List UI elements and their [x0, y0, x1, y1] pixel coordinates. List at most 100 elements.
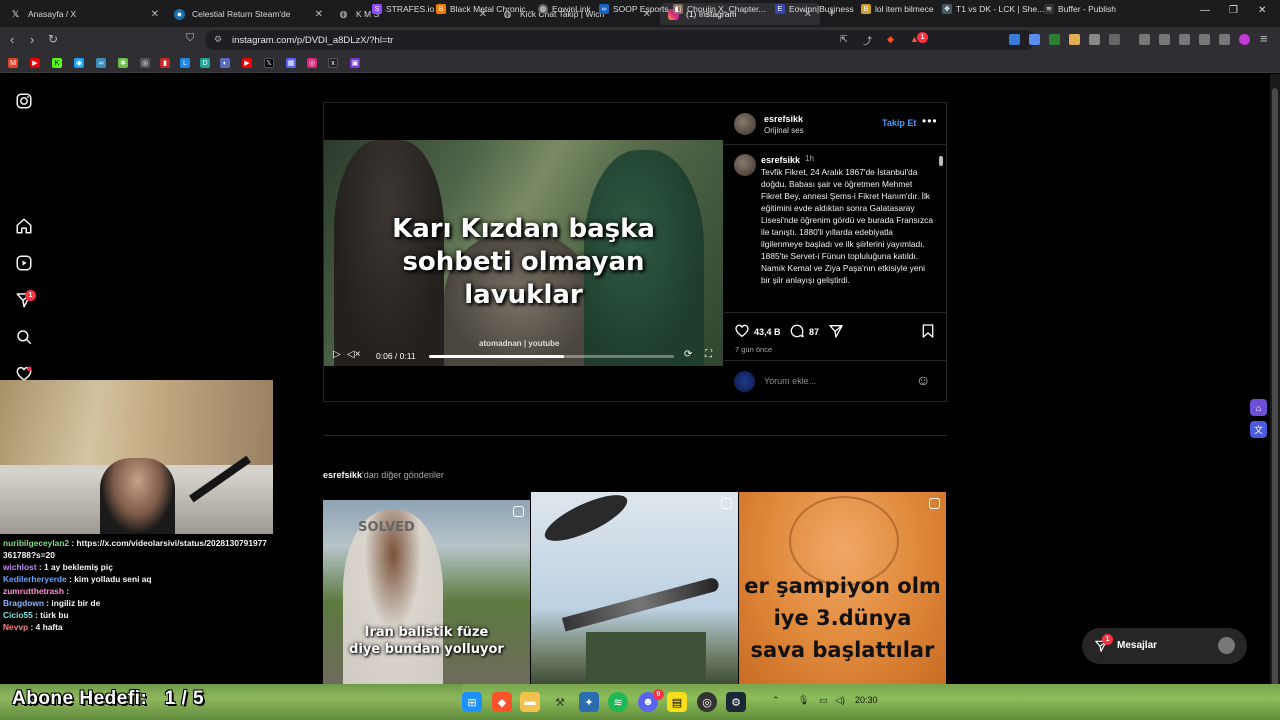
- comment-count[interactable]: 87: [809, 327, 819, 337]
- site-info-icon[interactable]: ⚙: [214, 34, 222, 45]
- bookmark-favicon-icon[interactable]: ◉: [74, 58, 84, 68]
- scrollbar-thumb[interactable]: [939, 156, 943, 166]
- vpn-icon[interactable]: [1219, 34, 1230, 45]
- play-icon[interactable]: ▷: [333, 349, 341, 360]
- bookmark-favicon-icon[interactable]: D: [200, 58, 210, 68]
- tab-steam[interactable]: ● Celestial Return Steam'de ✕: [166, 3, 331, 25]
- replay-icon[interactable]: ⟳: [684, 349, 692, 360]
- comment-scrollbar[interactable]: [937, 146, 945, 312]
- like-count[interactable]: 43,4 B: [754, 327, 781, 337]
- comment-username[interactable]: esrefsikk: [761, 155, 800, 165]
- tray-chevron-icon[interactable]: ⌃: [772, 695, 780, 706]
- bookmark-lol-item[interactable]: Blol item bilmece: [861, 4, 934, 14]
- forward-icon[interactable]: ›: [30, 32, 34, 47]
- kick-icon[interactable]: K: [52, 58, 62, 68]
- bookmark-black-metal[interactable]: B Black Metal Chronic...: [436, 4, 533, 14]
- twitch-icon[interactable]: ▣: [350, 58, 360, 68]
- more-post-thumbnail[interactable]: SOLVED Iran balistik füze diye bundan yo…: [323, 500, 530, 686]
- video-player[interactable]: Karı Kızdan başka sohbeti olmayan lavukl…: [324, 103, 723, 401]
- emoji-icon[interactable]: ☺: [916, 372, 930, 388]
- bookmark-eowinn-business[interactable]: E Eowinn|Business: [775, 4, 854, 14]
- brave-browser-icon[interactable]: ◆: [492, 692, 512, 712]
- address-bar[interactable]: ⚙ instagram.com/p/DVDI_a8DLzX/?hl=tr ⇱ ⤴…: [205, 30, 1035, 50]
- brave-shield-icon[interactable]: ◆: [887, 34, 894, 45]
- bookmark-favicon-icon[interactable]: ▦: [286, 58, 296, 68]
- leo-ai-icon[interactable]: [1199, 34, 1210, 45]
- sidebar-icon[interactable]: [1159, 34, 1170, 45]
- tool-icon[interactable]: ⚒: [550, 692, 570, 712]
- volume-mute-icon[interactable]: ◁×: [347, 349, 361, 360]
- wallet-icon[interactable]: [1179, 34, 1190, 45]
- instagram-logo-icon[interactable]: [15, 92, 33, 110]
- reels-icon[interactable]: [15, 254, 33, 272]
- more-post-thumbnail[interactable]: er şampiyon olm iye 3.dünya sava başlatt…: [739, 492, 946, 686]
- follow-button[interactable]: Takip Et: [882, 118, 916, 128]
- post-date[interactable]: 7 gün önce: [735, 345, 772, 354]
- bookmark-choujin[interactable]: ◧ Choujin X, Chapter...: [673, 4, 765, 14]
- steam-icon[interactable]: ⚙: [726, 692, 746, 712]
- extension-icon[interactable]: [1009, 34, 1020, 45]
- scrollbar-thumb[interactable]: [1272, 88, 1278, 688]
- like-heart-icon[interactable]: [734, 323, 750, 339]
- tab-x-home[interactable]: 𝕏 Anasayfa / X ✕: [2, 3, 167, 25]
- app-icon[interactable]: ✦: [579, 692, 599, 712]
- obs-icon[interactable]: ◎: [697, 692, 717, 712]
- bookmark-favicon-icon[interactable]: ∞: [96, 58, 106, 68]
- avatar[interactable]: [734, 154, 756, 176]
- profile-icon[interactable]: [1239, 34, 1250, 45]
- close-icon[interactable]: ✕: [315, 9, 323, 20]
- extension-icon[interactable]: [1109, 34, 1120, 45]
- extension-icon[interactable]: [1049, 34, 1060, 45]
- x-logo-icon[interactable]: 𝕏: [264, 58, 274, 68]
- bookmark-icon[interactable]: ⛉: [186, 32, 194, 45]
- restore-icon[interactable]: ❐: [1229, 5, 1238, 16]
- network-icon[interactable]: ▭: [819, 695, 828, 706]
- bookmark-strafes[interactable]: S STRAFES.io: [372, 4, 434, 14]
- home-icon[interactable]: [15, 217, 33, 235]
- sticky-notes-icon[interactable]: ▤: [667, 692, 687, 712]
- bookmark-favicon-icon[interactable]: x: [328, 58, 338, 68]
- bookmark-favicon-icon[interactable]: L: [180, 58, 190, 68]
- translate-extension-icon[interactable]: ⌂: [1250, 399, 1267, 416]
- comment-input[interactable]: Yorum ekle...: [764, 376, 816, 386]
- avatar[interactable]: [734, 113, 756, 135]
- bookmark-favicon-icon[interactable]: ▮: [160, 58, 170, 68]
- video-progress-bar[interactable]: [429, 355, 674, 358]
- extension-icon[interactable]: [1069, 34, 1080, 45]
- menu-icon[interactable]: ≡: [1260, 31, 1268, 46]
- messages-button[interactable]: 1 Mesajlar: [1082, 628, 1247, 664]
- extension-icon[interactable]: [1029, 34, 1040, 45]
- more-post-thumbnail[interactable]: [531, 492, 738, 686]
- bookmark-soop[interactable]: ∞ SOOP Esports: [599, 4, 669, 14]
- audio-label[interactable]: Orijinal ses: [764, 126, 804, 135]
- translate-icon[interactable]: 文: [1250, 421, 1267, 438]
- video-frame[interactable]: Karı Kızdan başka sohbeti olmayan lavukl…: [324, 140, 723, 366]
- file-explorer-icon[interactable]: ▬: [520, 692, 540, 712]
- extensions-puzzle-icon[interactable]: [1089, 34, 1100, 45]
- more-options-icon[interactable]: •••: [922, 114, 938, 128]
- save-bookmark-icon[interactable]: [920, 323, 936, 339]
- back-icon[interactable]: ‹: [10, 32, 14, 47]
- minimize-icon[interactable]: —: [1200, 5, 1210, 16]
- open-external-icon[interactable]: ⇱: [840, 34, 848, 45]
- close-window-icon[interactable]: ✕: [1258, 5, 1266, 16]
- more-posts-username[interactable]: esrefsikk: [323, 470, 362, 480]
- windows-start-icon[interactable]: ⊞: [462, 692, 482, 712]
- volume-icon[interactable]: ◁): [835, 695, 845, 706]
- bookmark-t1-dk[interactable]: ❖ T1 vs DK - LCK | She...: [942, 4, 1044, 14]
- bookmark-favicon-icon[interactable]: M: [8, 58, 18, 68]
- spotify-icon[interactable]: ≋: [608, 692, 628, 712]
- url-text[interactable]: instagram.com/p/DVDI_a8DLzX/?hl=tr: [232, 35, 393, 46]
- youtube-icon[interactable]: ▶: [242, 58, 252, 68]
- instagram-icon[interactable]: ◎: [307, 58, 317, 68]
- microphone-icon[interactable]: 🎙: [798, 695, 809, 706]
- comment-icon[interactable]: [789, 323, 805, 339]
- close-icon[interactable]: ✕: [151, 9, 159, 20]
- fullscreen-icon[interactable]: ⛶: [705, 349, 712, 360]
- share-icon[interactable]: ⤴: [863, 34, 872, 47]
- bookmark-eowinlink[interactable]: ◍ EowinLink: [538, 4, 591, 14]
- bookmark-favicon-icon[interactable]: ✱: [118, 58, 128, 68]
- search-icon[interactable]: [15, 328, 33, 346]
- taskbar-clock[interactable]: 20:30: [855, 695, 878, 705]
- media-icon[interactable]: [1139, 34, 1150, 45]
